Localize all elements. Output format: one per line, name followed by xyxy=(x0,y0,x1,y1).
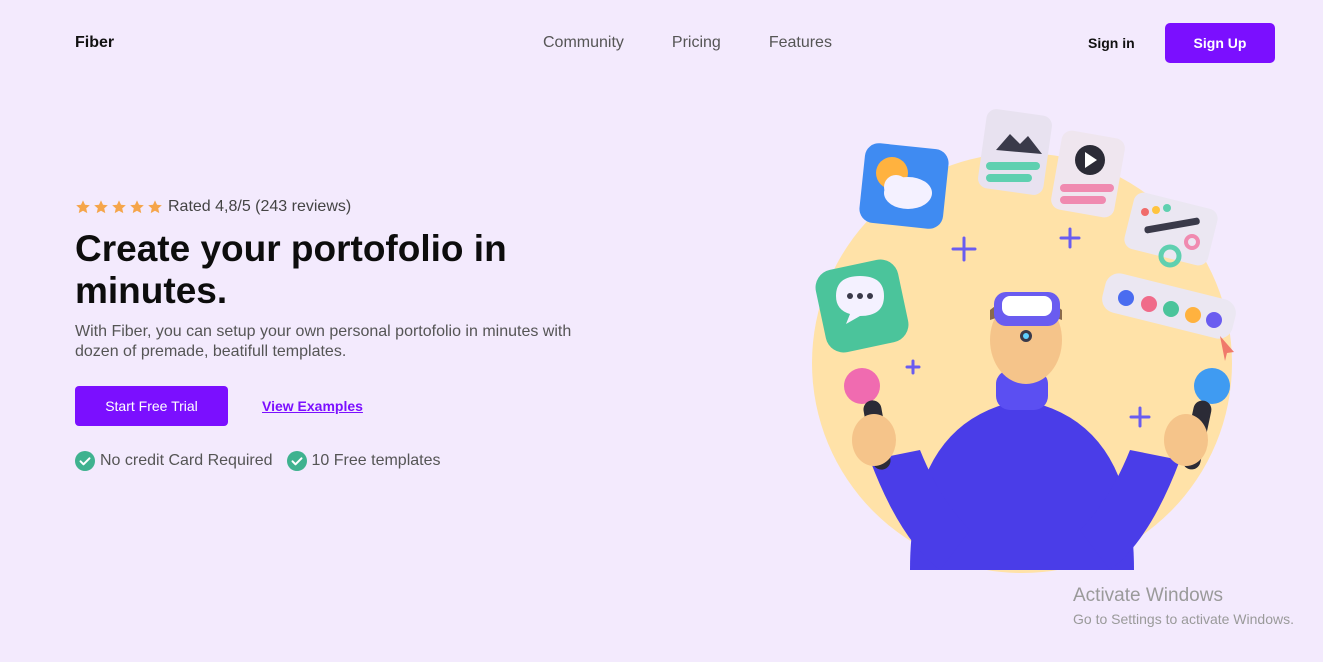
hero-illustration xyxy=(812,109,1236,573)
check-item: 10 Free templates xyxy=(286,451,441,471)
play-card-icon xyxy=(1051,130,1125,218)
nav-link-pricing[interactable]: Pricing xyxy=(672,34,721,52)
check-circle-icon xyxy=(75,451,95,471)
watermark-title: Activate Windows xyxy=(1073,585,1223,606)
star-icon xyxy=(94,200,108,214)
chat-bubble-icon xyxy=(815,259,909,353)
view-examples-link[interactable]: View Examples xyxy=(262,398,363,414)
hero-headline: Create your portofolio in minutes. xyxy=(75,228,507,311)
feature-checks: No credit Card Required 10 Free template… xyxy=(75,451,454,471)
star-icon xyxy=(76,200,90,214)
nav-link-community[interactable]: Community xyxy=(543,34,624,52)
top-navigation: Fiber Community Pricing Features Sign in… xyxy=(0,0,1323,86)
star-icon xyxy=(130,200,144,214)
image-card-icon xyxy=(978,109,1052,195)
sign-in-link[interactable]: Sign in xyxy=(1088,35,1135,51)
start-free-trial-button[interactable]: Start Free Trial xyxy=(75,386,228,426)
hero-subtext: With Fiber, you can setup your own perso… xyxy=(75,323,572,360)
star-icon xyxy=(112,200,126,214)
weather-card-icon xyxy=(859,143,949,229)
check-circle-icon xyxy=(286,451,307,471)
windows-activation-watermark: Activate Windows Go to Settings to activ… xyxy=(1073,585,1294,627)
check-label: No credit Card Required xyxy=(100,452,273,469)
check-item: No credit Card Required xyxy=(75,451,273,471)
rating-row: Rated 4,8/5 (243 reviews) xyxy=(75,198,351,216)
rating-text: Rated 4,8/5 (243 reviews) xyxy=(168,198,352,215)
brand-logo[interactable]: Fiber xyxy=(75,34,114,52)
sign-up-button[interactable]: Sign Up xyxy=(1165,23,1275,63)
check-label: 10 Free templates xyxy=(311,452,441,469)
nav-link-features[interactable]: Features xyxy=(769,34,832,52)
star-icon xyxy=(148,200,162,214)
nav-links: Community Pricing Features xyxy=(543,34,832,52)
watermark-subtitle: Go to Settings to activate Windows. xyxy=(1073,611,1294,627)
